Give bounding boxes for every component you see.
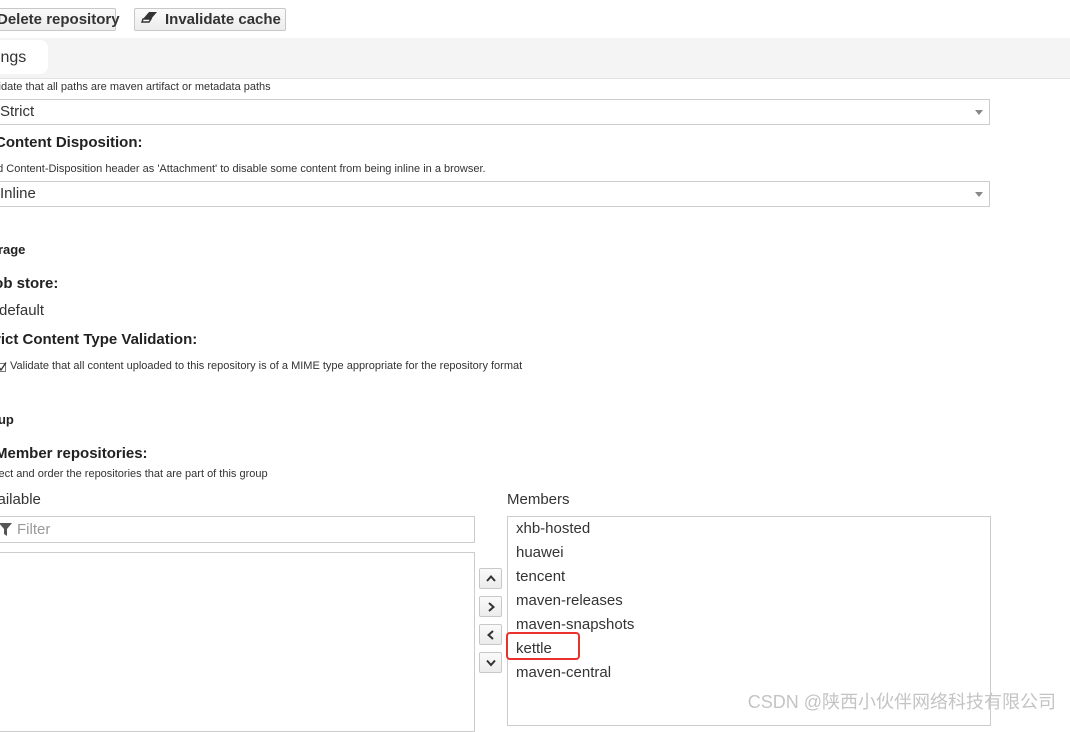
member-item-maven-releases[interactable]: maven-releases [516,592,623,609]
move-down-button[interactable] [479,652,502,673]
blob-store-label: lob store: [0,275,59,292]
member-repositories-help: elect and order the repositories that ar… [0,468,268,480]
group-section-title: oup [0,412,14,427]
chevron-right-icon [488,602,496,612]
member-repositories-label: Member repositories: [0,445,148,462]
chevron-up-icon [486,574,496,582]
caret-down-icon [975,192,983,197]
strict-content-type-help: Validate that all content uploaded to th… [10,360,523,372]
filter-field [0,516,475,543]
delete-repository-button[interactable]: Delete repository [0,8,120,31]
content-disposition-help: dd Content-Disposition header as 'Attach… [0,163,486,175]
available-list[interactable] [0,552,475,732]
blob-store-value: default [0,302,45,319]
tab-bar: ttings [0,38,1070,79]
filter-icon [0,523,12,542]
invalidate-cache-label: Invalidate cache [165,11,281,28]
remove-member-button[interactable] [479,624,502,645]
strict-content-type-checkbox[interactable] [0,360,7,372]
member-item-maven-central[interactable]: maven-central [516,664,611,681]
member-item-tencent[interactable]: tencent [516,568,565,585]
validation-select[interactable]: Strict [0,99,990,125]
content-disposition-label: Content Disposition: [0,134,143,151]
member-item-maven-snapshots[interactable]: maven-snapshots [516,616,634,633]
content-disposition-select[interactable]: Inline [0,181,990,207]
available-title: vailable [0,491,41,508]
add-member-button[interactable] [479,596,502,617]
caret-down-icon [975,110,983,115]
validation-help: alidate that all paths are maven artifac… [0,81,271,93]
delete-repository-label: Delete repository [0,11,120,28]
repository-settings-page: Delete repository Invalidate cache tting… [0,0,1070,732]
validation-value: Strict [0,103,35,120]
eraser-icon [141,8,159,29]
chevron-left-icon [486,630,494,640]
toolbar: Delete repository Invalidate cache [0,0,1070,39]
members-title: Members [507,491,570,508]
content-disposition-value: Inline [0,185,36,202]
highlight-box [506,632,580,660]
strict-content-type-label: trict Content Type Validation: [0,331,198,348]
member-item-huawei[interactable]: huawei [516,544,564,561]
member-item-xhb-hosted[interactable]: xhb-hosted [516,520,590,537]
checkbox-checked-icon [0,362,7,372]
tab-settings[interactable]: ttings [0,40,48,74]
storage-section-title: orage [0,242,26,257]
watermark: CSDN @陕西小伙伴网络科技有限公司 [747,692,1056,712]
chevron-down-icon [486,659,496,667]
invalidate-cache-button[interactable]: Invalidate cache [134,8,286,31]
move-up-button[interactable] [479,568,502,589]
tab-settings-label: ttings [0,49,27,66]
filter-input[interactable] [17,517,457,542]
